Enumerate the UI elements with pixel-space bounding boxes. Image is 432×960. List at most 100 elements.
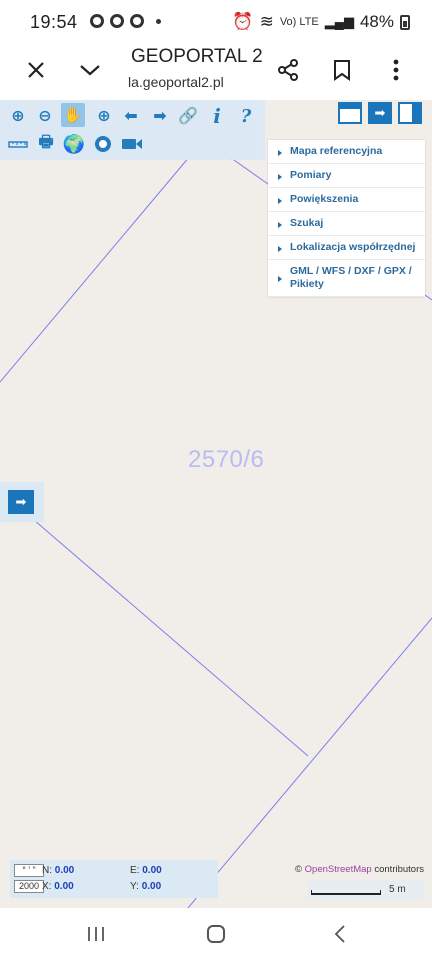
bookmark-button[interactable]: [324, 52, 360, 88]
query-info-button[interactable]: ?: [234, 104, 258, 128]
wifi-icon: ≋: [259, 12, 274, 31]
link-button[interactable]: 🔗: [176, 104, 200, 128]
left-panel-toggle[interactable]: ➡: [0, 482, 44, 522]
zoom-out-icon: ⊖: [38, 108, 52, 125]
arrow-left-icon: ⬅: [124, 108, 138, 125]
y-value: 0.00: [141, 881, 162, 892]
osm-link[interactable]: OpenStreetMap: [305, 864, 372, 875]
globe-icon: 🌍: [62, 133, 86, 154]
map-canvas[interactable]: 2570/6 ⊕ ⊖ ✋ ⊕ ⬅ ➡ 🔗 i ? 🖶 🌍 ➡ Mapa refe…: [0, 100, 432, 908]
minimize-button[interactable]: [72, 52, 108, 88]
status-time: 19:54: [30, 12, 78, 32]
y-coord: Y: 0.00: [130, 881, 161, 892]
browser-header: GEOPORTAL 2 la.geoportal2.pl: [0, 44, 432, 100]
layout-toggles: ➡: [338, 102, 422, 124]
sidebar-layout-button[interactable]: [398, 102, 422, 124]
info-query-icon: ?: [240, 105, 252, 127]
e-label: E:: [130, 865, 140, 876]
close-icon: [28, 62, 44, 78]
share-button[interactable]: [270, 52, 306, 88]
link-icon: 🔗: [178, 108, 198, 125]
zoom-box-icon: ⊕: [97, 108, 111, 125]
zoom-out-button[interactable]: ⊖: [33, 104, 57, 128]
side-menu: Mapa referencyjna Pomiary Powiększenia S…: [268, 140, 425, 297]
alarm-icon: ⏰: [232, 12, 254, 31]
menu-item-reference-map[interactable]: Mapa referencyjna: [268, 140, 425, 164]
globe-button[interactable]: 🌍: [62, 132, 86, 156]
n-label: N:: [42, 865, 52, 876]
page-url[interactable]: la.geoportal2.pl: [128, 74, 224, 90]
home-icon: [207, 925, 225, 943]
e-coord: E: 0.00: [130, 865, 162, 876]
system-nav-bar: [0, 908, 432, 960]
status-right: ⏰ ≋ Vo) LTE ▂▄▆ 48%: [232, 12, 410, 32]
arrow-right-icon: ➡: [153, 108, 167, 125]
info-button[interactable]: i: [205, 104, 229, 128]
n-value: 0.00: [54, 865, 75, 876]
signal-icon: ▂▄▆: [324, 14, 354, 29]
close-tab-button[interactable]: [18, 52, 54, 88]
hand-icon: ✋: [63, 107, 83, 124]
map-attribution: © OpenStreetMap contributors: [295, 864, 424, 875]
attribution-suffix: contributors: [374, 864, 424, 875]
e-value: 0.00: [142, 865, 162, 876]
chrome-icon: [90, 14, 104, 28]
n-coord: N: 0.00: [42, 865, 74, 876]
zoom-box-button[interactable]: ⊕: [92, 104, 116, 128]
print-icon: 🖶: [38, 133, 54, 151]
measure-button[interactable]: [6, 132, 30, 156]
locate-button[interactable]: [91, 132, 115, 156]
chevron-down-icon: [80, 65, 100, 76]
menu-item-gml-export[interactable]: GML / WFS / DXF / GPX / Pikiety: [268, 260, 425, 297]
battery-icon: [400, 14, 410, 30]
scale-bar: 5 m: [307, 880, 425, 900]
panel-arrow-button[interactable]: ➡: [368, 102, 392, 124]
arrow-right-icon: ➡: [374, 105, 386, 120]
more-notifications-icon: [156, 18, 161, 24]
recent-apps-button[interactable]: [78, 920, 114, 948]
back-button[interactable]: [322, 920, 358, 948]
share-icon: [278, 59, 298, 81]
bookmark-icon: [334, 60, 350, 81]
parcel-number-label: 2570/6: [188, 446, 265, 473]
zoom-in-button[interactable]: ⊕: [6, 104, 30, 128]
url-text: la.geoportal2.pl: [128, 74, 224, 90]
x-value: 0.00: [54, 881, 74, 892]
coord-system-toggle[interactable]: 2000: [14, 880, 44, 893]
coordinates-panel: ° ' " 2000 N: 0.00 E: 0.00 X: 0.00 Y: 0.…: [10, 860, 218, 898]
home-button[interactable]: [198, 920, 234, 948]
map-toolbar: ⊕ ⊖ ✋ ⊕ ⬅ ➡ 🔗 i ? 🖶 🌍: [0, 100, 265, 160]
info-icon: i: [213, 104, 221, 128]
arrow-right-icon: ➡: [15, 494, 27, 509]
chrome-icon: [110, 14, 124, 28]
y-label: Y:: [130, 881, 139, 892]
ruler-icon: [8, 141, 28, 148]
window-layout-button[interactable]: [338, 102, 362, 124]
recent-apps-icon: [88, 927, 104, 941]
scale-line: [311, 890, 381, 895]
battery-percent: 48%: [359, 12, 394, 31]
page-title: GEOPORTAL 2: [131, 46, 263, 67]
camera-button[interactable]: [120, 132, 144, 156]
video-camera-icon: [122, 139, 142, 149]
pan-button[interactable]: ✋: [61, 103, 85, 127]
x-label: X:: [42, 881, 52, 892]
previous-view-button[interactable]: ⬅: [119, 104, 143, 128]
next-view-button[interactable]: ➡: [148, 104, 172, 128]
print-button[interactable]: 🖶: [34, 132, 58, 156]
coord-format-toggle[interactable]: ° ' ": [14, 864, 44, 877]
zoom-in-icon: ⊕: [11, 108, 25, 125]
x-coord: X: 0.00: [42, 881, 74, 892]
menu-item-coordinate-location[interactable]: Lokalizacja współrzędnej: [268, 236, 425, 260]
menu-item-measurements[interactable]: Pomiary: [268, 164, 425, 188]
back-icon: [334, 925, 345, 943]
menu-item-zooms[interactable]: Powiększenia: [268, 188, 425, 212]
chrome-icon: [130, 14, 144, 28]
expand-panel-button[interactable]: ➡: [8, 490, 34, 514]
menu-item-search[interactable]: Szukaj: [268, 212, 425, 236]
more-vert-icon: [393, 59, 399, 81]
notification-icons: [90, 14, 161, 28]
more-options-button[interactable]: [378, 52, 414, 88]
target-icon: [95, 136, 111, 152]
scale-label: 5 m: [389, 884, 406, 895]
